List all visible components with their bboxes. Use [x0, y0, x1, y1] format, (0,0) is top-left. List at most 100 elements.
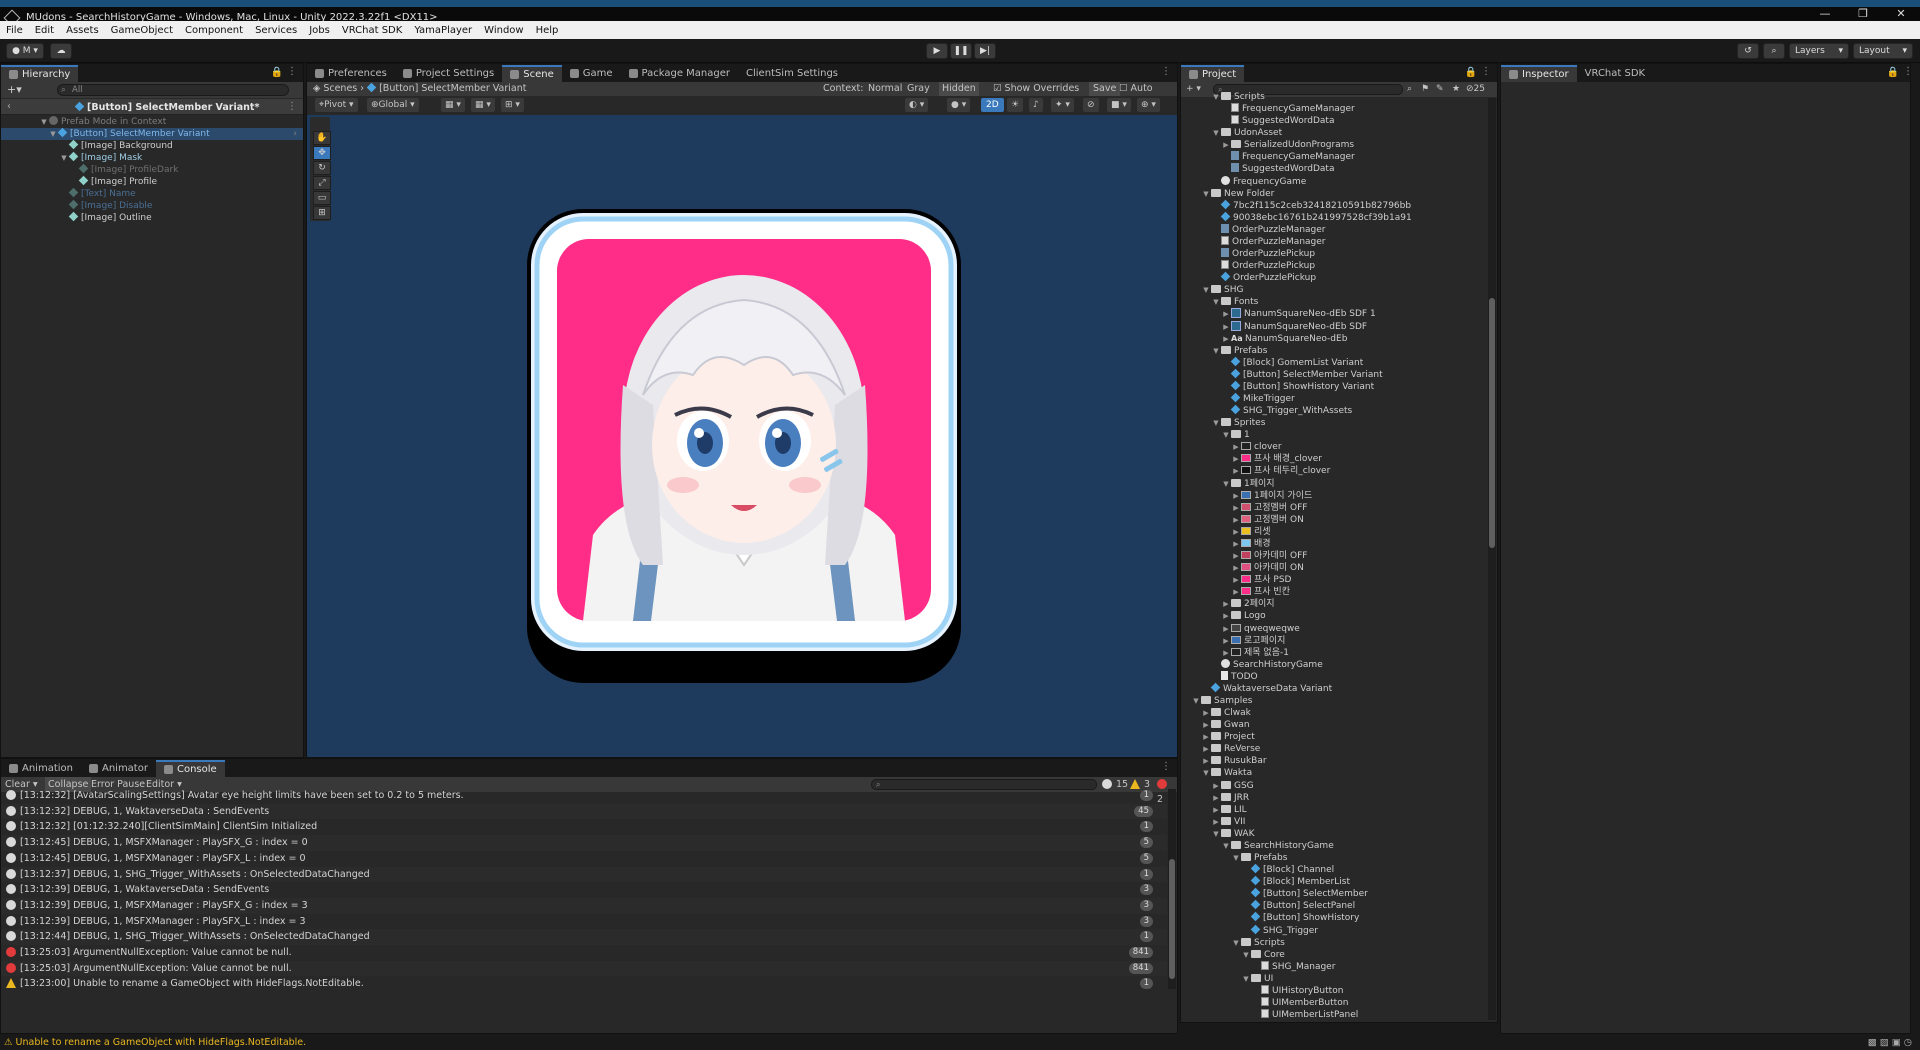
- project-item[interactable]: ▶ 2페이지: [1181, 598, 1485, 610]
- console-scrollbar[interactable]: [1168, 789, 1176, 989]
- cache-icon[interactable]: ▨: [1880, 1037, 1892, 1048]
- collapse-arrow-icon[interactable]: ▶: [1201, 707, 1211, 719]
- kebab-icon[interactable]: ⋮: [287, 101, 297, 112]
- menu-vrchat-sdk[interactable]: VRChat SDK: [336, 25, 408, 36]
- menu-edit[interactable]: Edit: [29, 25, 60, 36]
- project-item[interactable]: FrequencyGameManager: [1181, 103, 1485, 115]
- collapse-arrow-icon[interactable]: ▶: [1211, 804, 1221, 816]
- collapse-arrow-icon[interactable]: ▶: [1201, 731, 1211, 743]
- collapse-arrow-icon[interactable]: ▶: [1231, 490, 1241, 502]
- project-item[interactable]: FrequencyGame: [1181, 175, 1485, 188]
- search-button[interactable]: ⌕: [1763, 43, 1785, 59]
- project-item[interactable]: ▼ WAK: [1181, 828, 1485, 840]
- log-entry[interactable]: [13:23:00] Unable to rename a GameObject…: [1, 976, 1167, 992]
- scale-tool[interactable]: ⤢: [313, 176, 331, 190]
- collapse-arrow-icon[interactable]: ▶: [1211, 816, 1221, 828]
- grid-snap-button[interactable]: ▦ ▾: [441, 98, 465, 112]
- project-item[interactable]: SearchHistoryGame: [1181, 658, 1485, 671]
- progress-icon[interactable]: ▩: [1868, 1037, 1880, 1048]
- collapse-arrow-icon[interactable]: ▶: [1221, 598, 1231, 610]
- tab-hierarchy[interactable]: Hierarchy: [1, 65, 79, 82]
- collapse-arrow-icon[interactable]: ▶: [1231, 562, 1241, 574]
- log-entry[interactable]: [13:25:03] ArgumentNullException: Value …: [1, 945, 1167, 961]
- project-item[interactable]: ▼ 1페이지: [1181, 478, 1485, 490]
- collapse-arrow-icon[interactable]: ▶: [1231, 465, 1241, 477]
- project-item[interactable]: SuggestedWordData: [1181, 115, 1485, 127]
- project-item[interactable]: ▶ NanumSquareNeo-dEb SDF: [1181, 320, 1485, 333]
- kebab-icon[interactable]: ⋮: [287, 66, 297, 77]
- expand-arrow-icon[interactable]: ▼: [1201, 188, 1211, 200]
- project-item[interactable]: SHG_Trigger: [1181, 924, 1485, 937]
- breadcrumb-scenes[interactable]: Scenes: [323, 83, 357, 94]
- collapse-arrow-icon[interactable]: ▶: [1231, 574, 1241, 586]
- collapse-arrow-icon[interactable]: ▶: [1231, 514, 1241, 526]
- menu-component[interactable]: Component: [179, 25, 249, 36]
- collapse-arrow-icon[interactable]: ▶: [1231, 502, 1241, 514]
- collapse-arrow-icon[interactable]: ▶: [1231, 550, 1241, 562]
- project-item[interactable]: ▶ 배경: [1181, 538, 1485, 550]
- project-item[interactable]: ▼ SHG: [1181, 284, 1485, 296]
- project-item[interactable]: ▶ Logo: [1181, 610, 1485, 622]
- project-item[interactable]: ▼ Fonts: [1181, 296, 1485, 308]
- tree-item[interactable]: [Image] ProfileDark: [1, 163, 303, 176]
- expand-arrow-icon[interactable]: ▼: [1191, 695, 1201, 707]
- project-item[interactable]: MikeTrigger: [1181, 392, 1485, 405]
- collapse-arrow-icon[interactable]: ▶: [1231, 526, 1241, 538]
- rect-tool[interactable]: ▭: [313, 191, 331, 205]
- project-item[interactable]: ▼ UdonAsset: [1181, 127, 1485, 139]
- log-entry[interactable]: [13:12:45] DEBUG, 1, MSFXManager : PlayS…: [1, 851, 1167, 867]
- kebab-icon[interactable]: ⋮: [1161, 66, 1171, 77]
- render-mode-dropdown[interactable]: ● ▾: [947, 98, 971, 112]
- tree-item[interactable]: [Image] Outline: [1, 211, 303, 224]
- project-item[interactable]: ▼ Prefabs: [1181, 852, 1485, 864]
- expand-arrow-icon[interactable]: ▼: [1211, 417, 1221, 429]
- project-item[interactable]: ▼ Core: [1181, 949, 1485, 961]
- expand-arrow-icon[interactable]: ▼: [1221, 429, 1231, 441]
- context-gray[interactable]: Gray: [907, 82, 930, 96]
- project-item[interactable]: ▼ SearchHistoryGame: [1181, 840, 1485, 852]
- project-item[interactable]: ▶ 고정멤버 ON: [1181, 514, 1485, 526]
- project-item[interactable]: ▶ 프사 빈칸: [1181, 586, 1485, 598]
- project-item[interactable]: ▶ RusukBar: [1181, 755, 1485, 767]
- expand-arrow-icon[interactable]: ▼: [1201, 767, 1211, 779]
- log-entry[interactable]: [13:12:45] DEBUG, 1, MSFXManager : PlayS…: [1, 835, 1167, 851]
- project-item[interactable]: ▶ LIL: [1181, 804, 1485, 816]
- project-item[interactable]: [Button] ShowHistory Variant: [1181, 380, 1485, 393]
- expand-arrow-icon[interactable]: ▼: [1241, 949, 1251, 961]
- log-entry[interactable]: [13:12:32] DEBUG, 1, WaktaverseData : Se…: [1, 803, 1167, 820]
- global-dropdown[interactable]: ⊕Global ▾: [367, 98, 419, 112]
- project-item[interactable]: ▼ Sprites: [1181, 417, 1485, 429]
- project-item[interactable]: UIMemberButton: [1181, 997, 1485, 1009]
- project-item[interactable]: ▶ 고정멤버 OFF: [1181, 502, 1485, 514]
- project-item[interactable]: ▶ Gwan: [1181, 719, 1485, 731]
- project-item[interactable]: ▶ 아카데미 ON: [1181, 562, 1485, 574]
- tab-game[interactable]: Game: [562, 65, 621, 82]
- project-item[interactable]: UIMemberListPanel: [1181, 1009, 1485, 1020]
- collapse-arrow-icon[interactable]: ▶: [1201, 719, 1211, 731]
- tree-item[interactable]: [Image] Background: [1, 139, 303, 152]
- collapse-arrow-icon[interactable]: ▶: [1231, 453, 1241, 465]
- expand-arrow-icon[interactable]: ▼: [1211, 91, 1221, 103]
- tab-inspector[interactable]: Inspector: [1501, 65, 1577, 82]
- tree-item[interactable]: ▼ Prefab Mode in Context: [1, 116, 303, 128]
- project-item[interactable]: OrderPuzzlePickup: [1181, 271, 1485, 284]
- tab-package-manager[interactable]: Package Manager: [621, 65, 738, 82]
- scrollbar-thumb[interactable]: [1489, 298, 1495, 548]
- expand-arrow-icon[interactable]: ▼: [1241, 973, 1251, 985]
- log-entry[interactable]: [13:12:44] DEBUG, 1, SHG_Trigger_WithAss…: [1, 929, 1167, 945]
- 2d-toggle[interactable]: 2D: [981, 98, 1004, 112]
- project-item[interactable]: 90038ebc16761b241997528cf39b1a91: [1181, 211, 1485, 224]
- transform-tool[interactable]: ⊞: [313, 206, 331, 220]
- draw-mode-dropdown[interactable]: ◐ ▾: [905, 98, 929, 112]
- context-hidden[interactable]: Hidden: [939, 82, 979, 96]
- log-entry[interactable]: [13:12:32] [01:12:32.240][ClientSimMain]…: [1, 819, 1167, 835]
- project-item[interactable]: ▶ SerializedUdonPrograms: [1181, 139, 1485, 151]
- collapse-arrow-icon[interactable]: ▶: [1231, 441, 1241, 453]
- project-item[interactable]: ▶ qweqweqwe: [1181, 623, 1485, 635]
- collapse-arrow-icon[interactable]: ▶: [1221, 610, 1231, 622]
- hidden-objects-toggle[interactable]: ⊘: [1083, 98, 1099, 112]
- grid-toggle-button[interactable]: ▦ ▾: [471, 98, 495, 112]
- project-item[interactable]: ▶ 1페이지 가이드: [1181, 490, 1485, 502]
- project-item[interactable]: OrderPuzzleManager: [1181, 235, 1485, 248]
- save-button[interactable]: Save: [1089, 82, 1121, 96]
